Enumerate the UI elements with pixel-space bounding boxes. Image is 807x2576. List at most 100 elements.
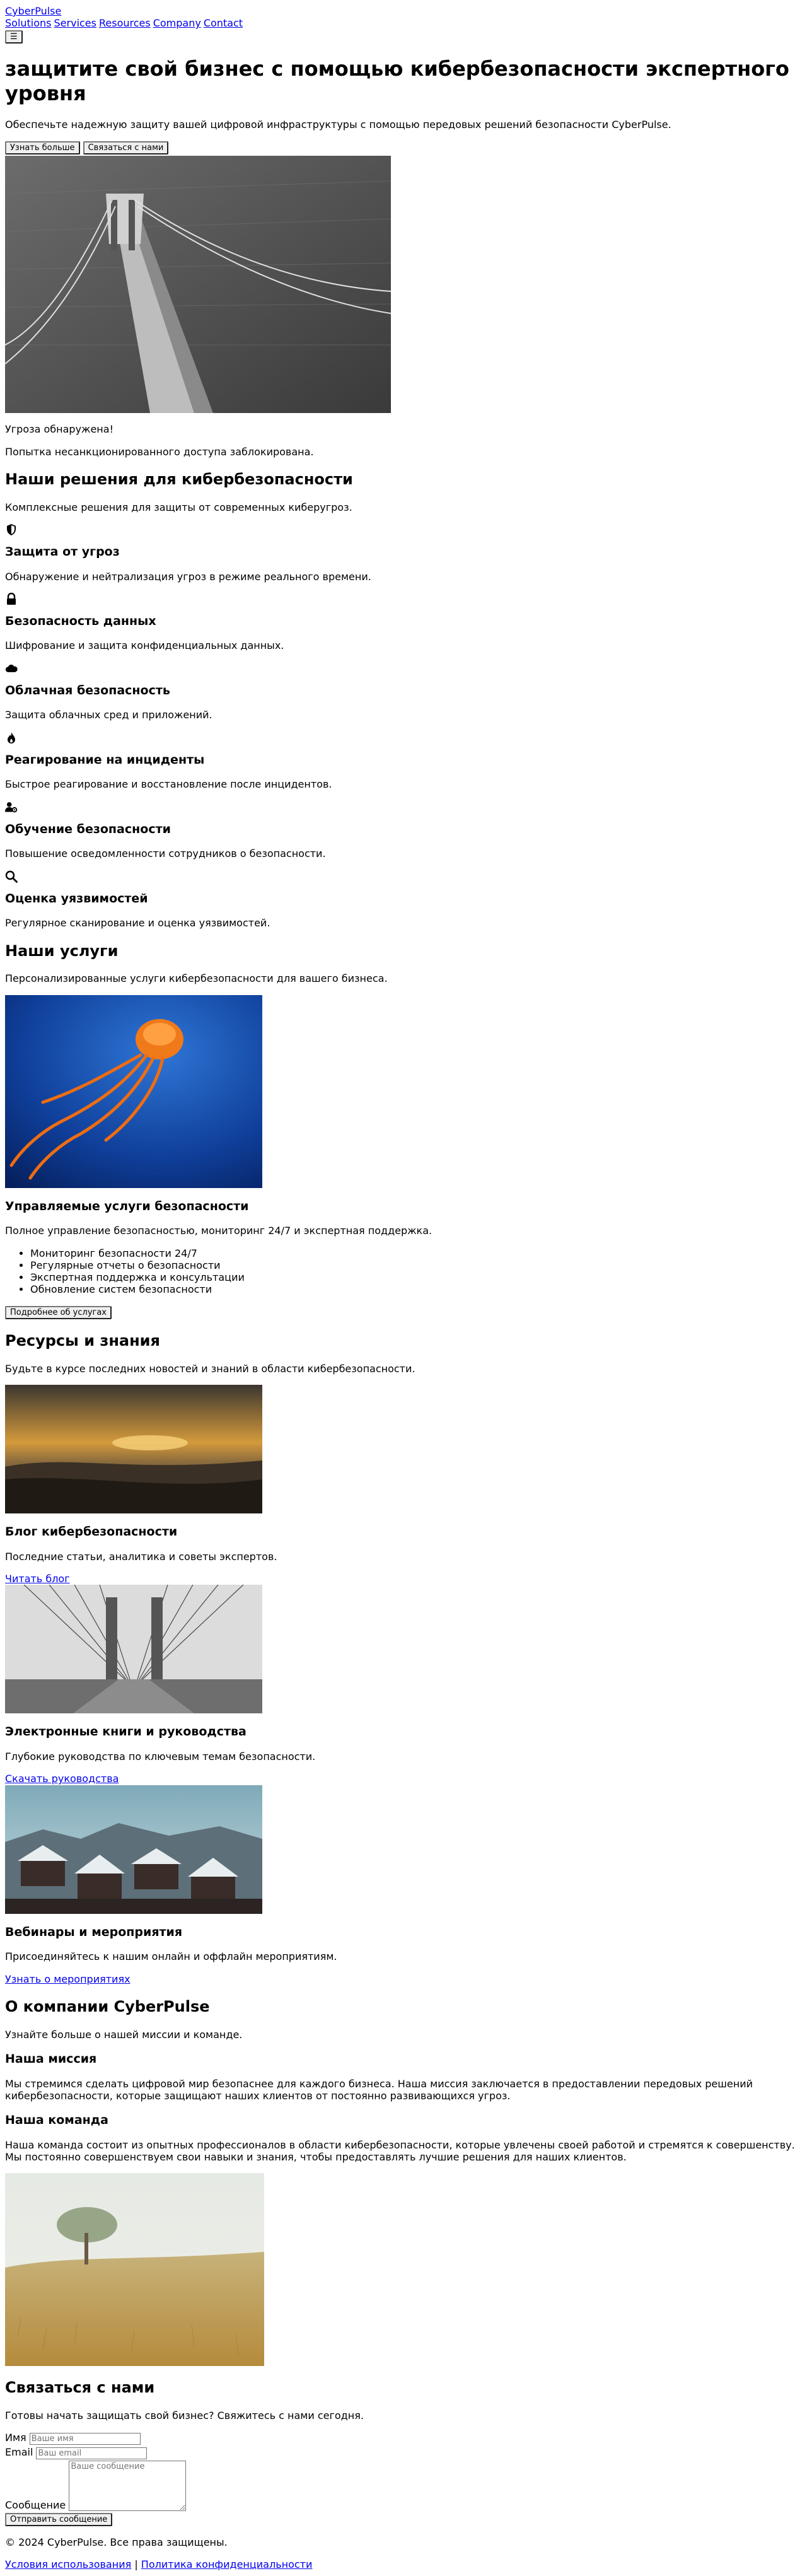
nav-resources[interactable]: Resources: [99, 17, 151, 29]
bridge-cables-image: [5, 1585, 262, 1714]
shield-icon: [7, 523, 16, 535]
email-field[interactable]: [36, 2447, 148, 2460]
solution-item: Безопасность данных Шифрование и защита …: [5, 592, 802, 652]
hero-actions: Узнать больше Связаться с нами: [5, 141, 802, 155]
terms-link[interactable]: Условия использования: [5, 2558, 131, 2570]
copyright-text: © 2024 CyberPulse. Все права защищены.: [5, 2536, 228, 2549]
solutions-title: Наши решения для кибербезопасности: [5, 470, 353, 488]
resources-title: Ресурсы и знания: [5, 1332, 160, 1350]
resource-title: Блог кибербезопасности: [5, 1525, 178, 1539]
services-details-button[interactable]: Подробнее об услугах: [5, 1306, 112, 1320]
resource-card: Вебинары и мероприятия Присоединяйтесь к…: [5, 1785, 802, 1985]
lock-icon: [7, 592, 16, 605]
hero-subtitle: Обеспечьте надежную защиту вашей цифрово…: [5, 119, 671, 131]
solution-item: Обучение безопасности Повышение осведомл…: [5, 801, 802, 860]
footer-links: Условия использования | Политика конфиде…: [5, 2558, 802, 2570]
company-title: О компании CyberPulse: [5, 1997, 210, 2015]
user-gear-icon: [5, 801, 18, 813]
nav-company[interactable]: Company: [153, 17, 201, 29]
list-item: Экспертная поддержка и консультации: [30, 1271, 802, 1283]
resource-text: Глубокие руководства по ключевым темам б…: [5, 1751, 316, 1763]
site-header: CyberPulse Solutions Services Resources Com…: [5, 5, 802, 44]
message-label: Сообщение: [5, 2498, 66, 2511]
resources-section: Ресурсы и знания Будьте в курсе последни…: [5, 1332, 802, 1985]
resource-text: Присоединяйтесь к нашим онлайн и оффлайн…: [5, 1950, 337, 1963]
hero-image-bridge: [5, 156, 391, 414]
solution-text: Быстрое реагирование и восстановление по…: [5, 778, 332, 791]
services-section: Наши услуги Персонализированные услуги к…: [5, 942, 802, 1320]
solution-item: Реагирование на инциденты Быстрое реагир…: [5, 731, 802, 791]
list-item: Мониторинг безопасности 24/7: [30, 1247, 802, 1259]
contact-form: Имя Email Сообщение Отправить сообщение: [5, 2432, 802, 2527]
jellyfish-image: [5, 994, 262, 1188]
solution-item: Оценка уязвимостей Регулярное сканирован…: [5, 870, 802, 930]
winter-city-image: [5, 1785, 262, 1914]
contact-title: Связаться с нами: [5, 2379, 155, 2397]
contact-section: Связаться с нами Готовы начать защищать …: [5, 2379, 802, 2527]
services-subtitle: Персонализированные услуги кибербезопасн…: [5, 972, 388, 985]
download-guides-link[interactable]: Скачать руководства: [5, 1773, 119, 1785]
service-feature-list: Мониторинг безопасности 24/7 Регулярные …: [5, 1247, 802, 1296]
menu-toggle-button[interactable]: ☰: [5, 30, 23, 44]
hero-title: защитите свой бизнес с помощью кибербезо…: [5, 57, 789, 105]
solution-title: Реагирование на инциденты: [5, 752, 205, 767]
page: CyberPulse Solutions Services Resources Com…: [0, 0, 807, 2576]
alert-text: Попытка несанкционированного доступа заб…: [5, 445, 314, 458]
solution-item: Облачная безопасность Защита облачных ср…: [5, 662, 802, 721]
solution-text: Регулярное сканирование и оценка уязвимо…: [5, 917, 270, 930]
solution-item: Защита от угроз Обнаружение и нейтрализа…: [5, 523, 802, 583]
list-item: Обновление систем безопасности: [30, 1283, 802, 1295]
mission-text: Мы стремимся сделать цифровой мир безопа…: [5, 2077, 753, 2102]
email-label: Email: [5, 2446, 33, 2459]
resource-card: Блог кибербезопасности Последние статьи,…: [5, 1385, 802, 1585]
solution-text: Шифрование и защита конфиденциальных дан…: [5, 639, 284, 652]
solution-text: Защита облачных сред и приложений.: [5, 709, 212, 721]
resource-title: Вебинары и мероприятия: [5, 1925, 183, 1939]
privacy-link[interactable]: Политика конфиденциальности: [141, 2558, 313, 2570]
solutions-section: Наши решения для кибербезопасности Компл…: [5, 470, 802, 930]
search-icon: [5, 870, 18, 883]
logo-link[interactable]: CyberPulse: [5, 5, 61, 17]
solution-title: Облачная безопасность: [5, 683, 170, 697]
send-message-button[interactable]: Отправить сообщение: [5, 2513, 113, 2527]
nav-contact[interactable]: Contact: [204, 17, 243, 29]
name-field[interactable]: [29, 2433, 141, 2445]
service-text: Полное управление безопасностью, монитор…: [5, 1225, 433, 1237]
company-subtitle: Узнайте больше о нашей миссии и команде.: [5, 2028, 243, 2041]
hero-section: защитите свой бизнес с помощью кибербезо…: [5, 57, 802, 458]
footer-separator: |: [134, 2558, 138, 2571]
solution-title: Оценка уязвимостей: [5, 891, 148, 906]
resource-text: Последние статьи, аналитика и советы экс…: [5, 1551, 277, 1563]
message-field[interactable]: [69, 2461, 187, 2512]
main-nav: Solutions Services Resources Company Contact: [5, 17, 802, 29]
field-tree-image: [5, 2173, 264, 2367]
site-footer: © 2024 CyberPulse. Все права защищены. У…: [5, 2536, 802, 2570]
mission-title: Наша миссия: [5, 2051, 97, 2066]
team-title: Наша команда: [5, 2113, 108, 2127]
services-title: Наши услуги: [5, 941, 119, 960]
contact-us-button[interactable]: Связаться с нами: [83, 141, 169, 155]
solution-title: Защита от угроз: [5, 544, 120, 559]
team-text: Наша команда состоит из опытных професси…: [5, 2138, 795, 2163]
solutions-subtitle: Комплексные решения для защиты от соврем…: [5, 501, 352, 513]
solution-text: Обнаружение и нейтрализация угроз в режи…: [5, 570, 371, 583]
events-link[interactable]: Узнать о мероприятиях: [5, 1973, 131, 1985]
learn-more-button[interactable]: Узнать больше: [5, 141, 80, 155]
cloud-icon: [5, 664, 18, 672]
fire-icon: [8, 731, 15, 743]
alert-title: Угроза обнаружена!: [5, 423, 113, 436]
nav-solutions[interactable]: Solutions: [5, 17, 52, 29]
resources-subtitle: Будьте в курсе последних новостей и знан…: [5, 1363, 415, 1375]
read-blog-link[interactable]: Читать блог: [5, 1573, 70, 1585]
solution-title: Безопасность данных: [5, 614, 156, 628]
sunset-beach-image: [5, 1385, 262, 1514]
list-item: Регулярные отчеты о безопасности: [30, 1259, 802, 1271]
solution-title: Обучение безопасности: [5, 822, 171, 836]
resource-title: Электронные книги и руководства: [5, 1725, 247, 1739]
service-title: Управляемые услуги безопасности: [5, 1199, 249, 1213]
company-section: О компании CyberPulse Узнайте больше о н…: [5, 1997, 802, 2367]
contact-subtitle: Готовы начать защищать свой бизнес? Свяж…: [5, 2409, 364, 2422]
nav-services[interactable]: Services: [54, 17, 96, 29]
resource-card: Электронные книги и руководства Глубокие…: [5, 1585, 802, 1785]
solution-text: Повышение осведомленности сотрудников о …: [5, 848, 326, 860]
